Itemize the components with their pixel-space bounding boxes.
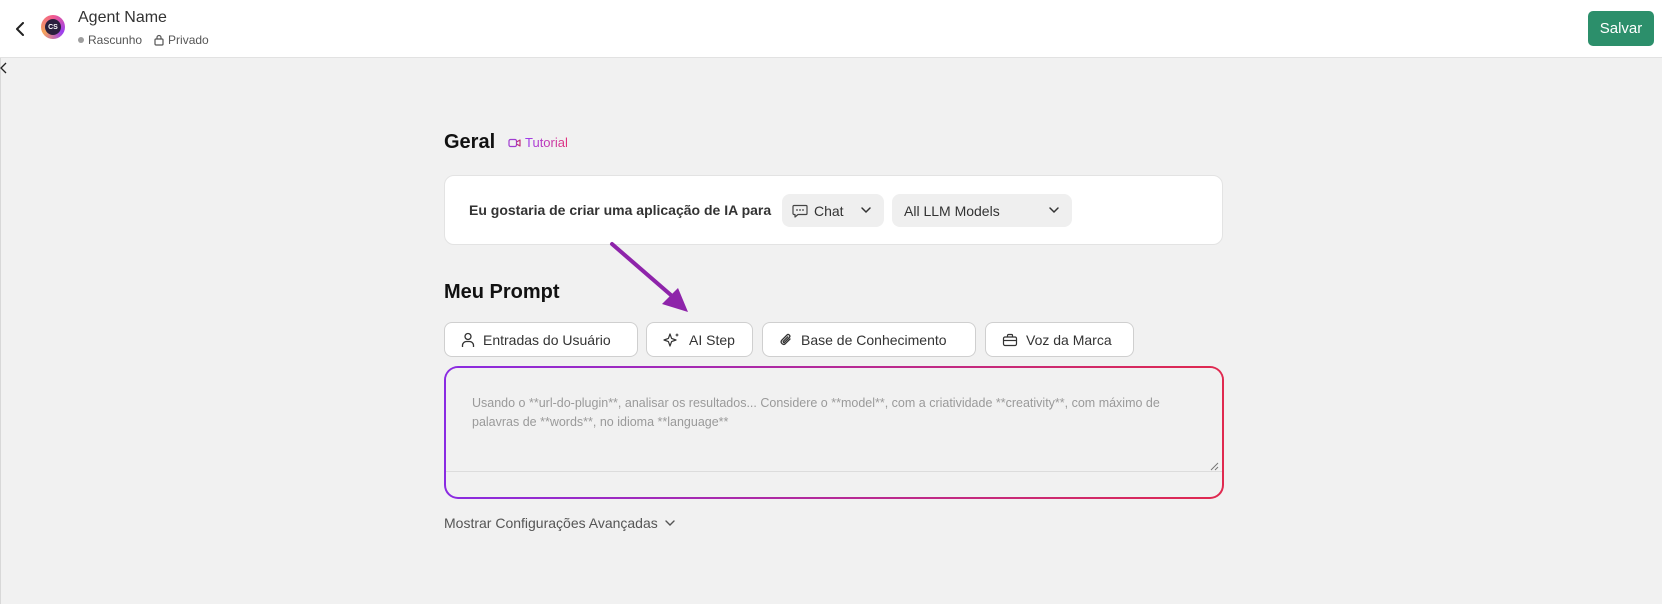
side-divider xyxy=(0,58,1,604)
status-label: Rascunho xyxy=(88,33,143,47)
save-button[interactable]: Salvar xyxy=(1588,11,1654,46)
advanced-settings-label: Mostrar Configurações Avançadas xyxy=(444,515,658,531)
video-icon xyxy=(508,138,521,147)
knowledge-base-button[interactable]: Base de Conhecimento xyxy=(762,322,976,357)
visibility-label: Privado xyxy=(168,33,209,47)
intent-label: Eu gostaria de criar uma aplicação de IA… xyxy=(469,202,772,218)
chevron-down-icon xyxy=(665,520,675,526)
avatar-text: CS xyxy=(45,19,61,35)
geral-title: Geral xyxy=(444,131,496,153)
ai-step-label: AI Step xyxy=(689,331,735,348)
intent-card: Eu gostaria de criar uma aplicação de IA… xyxy=(444,175,1223,245)
chevron-left-icon xyxy=(16,22,24,36)
brand-voice-button[interactable]: Voz da Marca xyxy=(985,322,1134,357)
prompt-textarea[interactable]: Usando o **url-do-plugin**, analisar os … xyxy=(446,368,1222,472)
prompt-title: Meu Prompt xyxy=(444,281,560,303)
status-dot xyxy=(78,37,84,43)
lock-icon xyxy=(154,34,164,46)
user-icon xyxy=(461,332,475,348)
app-type-select[interactable]: Chat xyxy=(782,194,884,227)
resize-handle-icon[interactable] xyxy=(1210,462,1219,471)
tutorial-link[interactable]: Tutorial xyxy=(508,135,568,150)
tutorial-label: Tutorial xyxy=(525,135,568,150)
knowledge-base-label: Base de Conhecimento xyxy=(801,331,947,348)
paperclip-icon xyxy=(779,332,793,348)
annotation-arrow xyxy=(610,242,688,312)
agent-name[interactable]: Agent Name xyxy=(78,9,167,27)
user-inputs-label: Entradas do Usuário xyxy=(483,331,611,348)
user-inputs-button[interactable]: Entradas do Usuário xyxy=(444,322,638,357)
top-bar: CS Agent Name Rascunho Privado Salvar xyxy=(0,0,1662,58)
model-value: All LLM Models xyxy=(904,202,1000,219)
app-type-value: Chat xyxy=(814,202,844,219)
prompt-editor: Usando o **url-do-plugin**, analisar os … xyxy=(444,366,1224,499)
agent-avatar: CS xyxy=(41,15,65,39)
brand-voice-label: Voz da Marca xyxy=(1026,331,1112,348)
briefcase-icon xyxy=(1002,333,1018,347)
advanced-settings-toggle[interactable]: Mostrar Configurações Avançadas xyxy=(444,515,676,531)
prompt-editor-inner: Usando o **url-do-plugin**, analisar os … xyxy=(446,368,1222,497)
collapse-sidebar-icon[interactable] xyxy=(0,62,8,77)
chevron-down-icon xyxy=(1049,207,1059,214)
chevron-down-icon xyxy=(861,207,871,214)
agent-meta: Rascunho Privado xyxy=(78,33,209,47)
back-button[interactable] xyxy=(10,18,30,40)
sparkles-icon xyxy=(663,332,681,348)
chat-icon xyxy=(792,204,808,218)
ai-step-button[interactable]: AI Step xyxy=(646,322,753,357)
model-select[interactable]: All LLM Models xyxy=(892,194,1072,227)
